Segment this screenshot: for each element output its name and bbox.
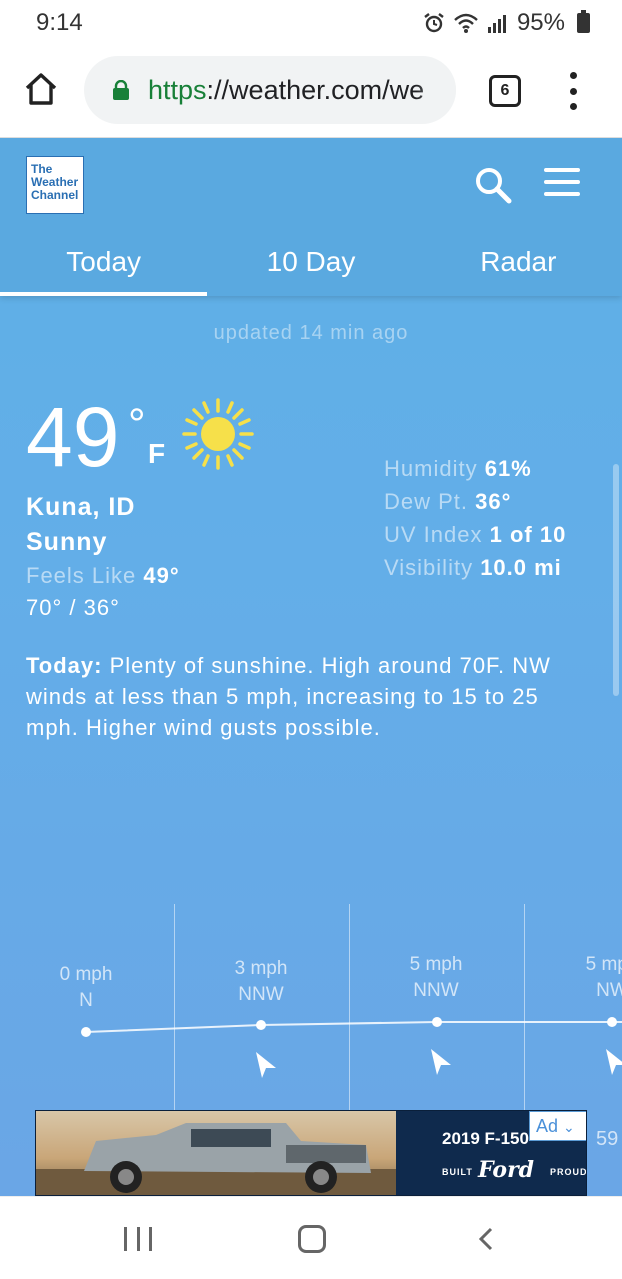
wind-partial-value: 59 bbox=[596, 1128, 619, 1150]
ad-banner[interactable]: 2019 F-150 BUILT Ford PROUD Ad ⌄ bbox=[35, 1110, 587, 1196]
current-temperature: 49 bbox=[26, 390, 120, 484]
dew-point-value: 36° bbox=[475, 489, 512, 514]
visibility-value: 10.0 mi bbox=[480, 555, 562, 580]
chevron-down-icon: ⌄ bbox=[563, 1119, 575, 1135]
ad-tagline-right: PROUD bbox=[550, 1167, 587, 1177]
logo-line: Channel bbox=[31, 188, 79, 202]
forecast-summary: Today: Plenty of sunshine. High around 7… bbox=[26, 650, 596, 743]
signal-icon bbox=[487, 12, 509, 34]
status-bar: 9:14 95% bbox=[0, 0, 622, 44]
weather-channel-logo[interactable]: The Weather Channel bbox=[26, 156, 84, 214]
alarm-icon bbox=[423, 12, 445, 34]
forecast-tabs: Today 10 Day Radar bbox=[0, 234, 622, 296]
wind-dot bbox=[81, 1027, 91, 1037]
recents-icon[interactable] bbox=[124, 1227, 152, 1251]
location-block: Kuna, ID Sunny Feels Like 49° 70° / 36° bbox=[26, 490, 180, 624]
wind-arrow-icon bbox=[256, 1052, 276, 1078]
feels-like: Feels Like 49° bbox=[26, 560, 180, 592]
ad-truck-image bbox=[36, 1111, 396, 1195]
ford-logo: BUILT Ford PROUD bbox=[416, 1155, 586, 1187]
weather-page: The Weather Channel Today 10 Day Radar u… bbox=[0, 138, 622, 1196]
status-icons: 95% bbox=[423, 9, 590, 37]
visibility-label: Visibility bbox=[384, 555, 474, 580]
summary-label: Today: bbox=[26, 653, 103, 678]
scrollbar[interactable] bbox=[613, 464, 619, 696]
uv-index-label: UV Index bbox=[384, 522, 483, 547]
ad-brand: Ford bbox=[478, 1157, 535, 1183]
current-condition: Sunny bbox=[26, 528, 108, 556]
ad-choices-badge[interactable]: Ad ⌄ bbox=[529, 1111, 586, 1141]
wind-dot bbox=[432, 1017, 442, 1027]
browser-toolbar: https://weather.com/we 6 bbox=[0, 44, 622, 138]
tab-10-day[interactable]: 10 Day bbox=[207, 234, 414, 296]
humidity-value: 61% bbox=[484, 456, 532, 481]
home-icon[interactable] bbox=[22, 70, 60, 108]
degree-symbol: ° bbox=[128, 400, 146, 449]
overflow-menu-icon[interactable] bbox=[560, 72, 586, 110]
wind-line bbox=[81, 1017, 622, 1078]
sun-icon bbox=[182, 398, 254, 470]
updated-timestamp: updated 14 min ago bbox=[213, 322, 409, 344]
url-fade bbox=[416, 56, 456, 124]
battery-icon bbox=[577, 10, 590, 33]
battery-percent: 95% bbox=[516, 9, 565, 36]
conditions-details: Humidity 61% Dew Pt. 36° UV Index 1 of 1… bbox=[384, 452, 566, 584]
tab-today[interactable]: Today bbox=[0, 234, 208, 296]
wind-arrow-icon bbox=[431, 1049, 451, 1075]
humidity-label: Humidity bbox=[384, 456, 478, 481]
uv-index-value: 1 of 10 bbox=[489, 522, 567, 547]
dew-point-row: Dew Pt. 36° bbox=[384, 485, 566, 518]
android-nav-bar bbox=[0, 1196, 622, 1279]
ad-tagline-left: BUILT bbox=[442, 1167, 473, 1177]
search-icon[interactable] bbox=[474, 166, 512, 204]
address-bar[interactable]: https://weather.com/we bbox=[84, 56, 456, 124]
url-text: https://weather.com/we bbox=[148, 75, 424, 106]
ad-title: 2019 F-150 bbox=[442, 1129, 529, 1148]
dew-point-label: Dew Pt. bbox=[384, 489, 469, 514]
back-icon[interactable] bbox=[476, 1227, 496, 1251]
ad-badge-label: Ad bbox=[536, 1116, 559, 1136]
site-header: The Weather Channel Today 10 Day Radar bbox=[0, 138, 622, 296]
url-rest: ://weather.com/we bbox=[206, 75, 425, 105]
tab-radar[interactable]: Radar bbox=[415, 234, 622, 296]
temperature-unit: F bbox=[148, 438, 166, 469]
feels-like-value: 49° bbox=[143, 563, 180, 588]
hamburger-menu-icon[interactable] bbox=[544, 168, 580, 196]
wind-dot bbox=[256, 1020, 266, 1030]
wind-dot bbox=[607, 1017, 617, 1027]
uv-index-row: UV Index 1 of 10 bbox=[384, 518, 566, 551]
lock-icon bbox=[112, 79, 130, 100]
humidity-row: Humidity 61% bbox=[384, 452, 566, 485]
url-scheme: https bbox=[148, 75, 207, 105]
status-time: 9:14 bbox=[36, 9, 83, 36]
feels-like-label: Feels Like bbox=[26, 563, 137, 588]
tab-switcher-icon[interactable]: 6 bbox=[489, 75, 521, 107]
visibility-row: Visibility 10.0 mi bbox=[384, 551, 566, 584]
home-button-icon[interactable] bbox=[298, 1225, 326, 1253]
summary-text: Plenty of sunshine. High around 70F. NW … bbox=[26, 653, 551, 740]
wifi-icon bbox=[453, 12, 479, 34]
wind-arrow-icon bbox=[606, 1049, 622, 1075]
high-low: 70° / 36° bbox=[26, 595, 120, 620]
location-name: Kuna, ID bbox=[26, 493, 136, 521]
